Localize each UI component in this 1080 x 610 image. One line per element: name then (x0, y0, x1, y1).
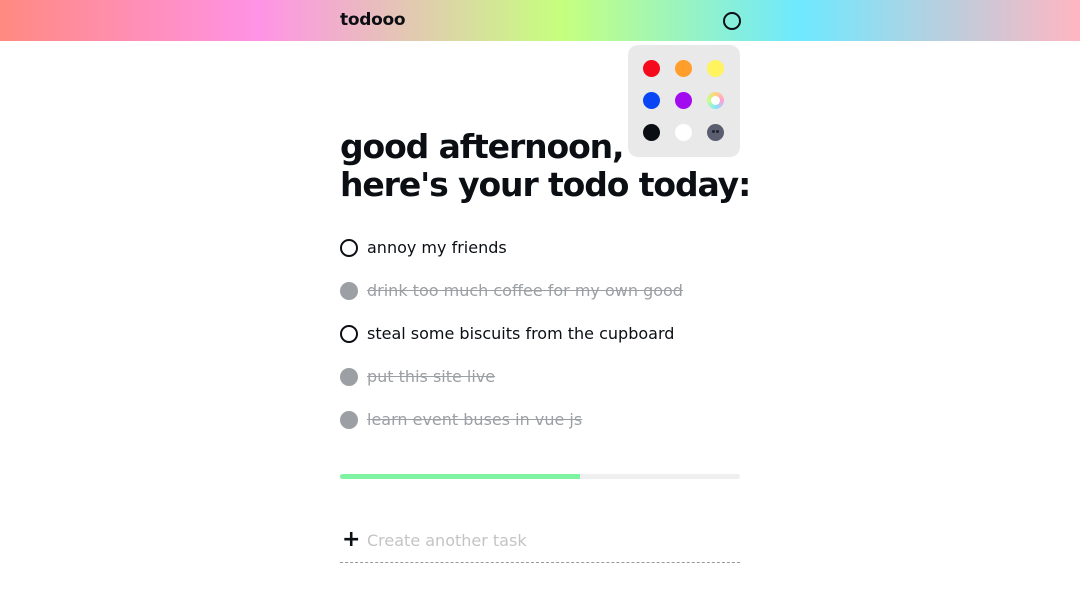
greeting-subline: here's your todo today: (340, 165, 751, 204)
task-item[interactable]: annoy my friends (340, 238, 740, 260)
brand-logo[interactable]: todooo (340, 10, 406, 30)
swatch-rainbow[interactable] (707, 92, 724, 109)
page-title: good afternoon, here's your todo today: (340, 127, 751, 204)
swatch-purple[interactable] (675, 92, 692, 109)
top-bar: todooo (0, 0, 1080, 41)
task-label: annoy my friends (367, 238, 507, 257)
greeting-line: good afternoon, (340, 127, 625, 166)
checked-circle-icon[interactable] (340, 282, 358, 300)
task-item[interactable]: put this site live (340, 367, 740, 389)
task-item[interactable]: drink too much coffee for my own good (340, 281, 740, 303)
task-label: steal some biscuits from the cupboard (367, 324, 675, 343)
theme-toggle-icon[interactable] (723, 12, 741, 30)
task-item[interactable]: learn event buses in vue js (340, 410, 740, 432)
new-task-row: + (340, 527, 740, 563)
swatch-blue[interactable] (643, 92, 660, 109)
checked-circle-icon[interactable] (340, 411, 358, 429)
task-label: drink too much coffee for my own good (367, 281, 683, 300)
checked-circle-icon[interactable] (340, 368, 358, 386)
progress-bar (340, 474, 740, 479)
swatch-red[interactable] (643, 60, 660, 77)
progress-fill (340, 474, 580, 479)
task-item[interactable]: steal some biscuits from the cupboard (340, 324, 740, 346)
task-label: put this site live (367, 367, 496, 386)
swatch-orange[interactable] (675, 60, 692, 77)
unchecked-circle-icon[interactable] (340, 325, 358, 343)
task-label: learn event buses in vue js (367, 410, 583, 429)
new-task-input[interactable] (367, 527, 737, 553)
plus-icon[interactable]: + (342, 528, 360, 552)
unchecked-circle-icon[interactable] (340, 239, 358, 257)
swatch-yellow[interactable] (707, 60, 724, 77)
